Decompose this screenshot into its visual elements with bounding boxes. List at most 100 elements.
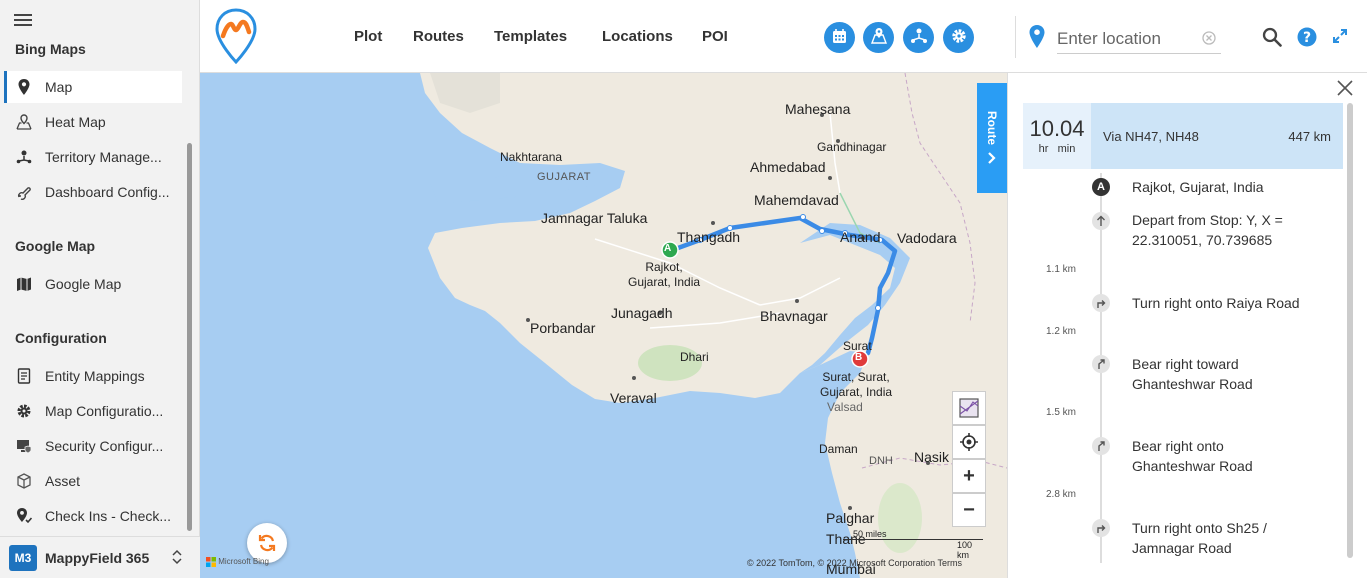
- sidebar: Bing Maps Map Heat Map Territory Manage.…: [0, 0, 200, 578]
- sidebar-item-territory-manager[interactable]: Territory Manage...: [4, 141, 182, 173]
- bear-right-icon: [1092, 355, 1110, 373]
- panel-scrollbar[interactable]: [1347, 103, 1353, 558]
- hamburger-menu-icon[interactable]: [14, 14, 32, 26]
- sidebar-scrollbar[interactable]: [187, 143, 192, 531]
- map-style-button[interactable]: [952, 391, 986, 425]
- search-icon[interactable]: [1262, 27, 1282, 50]
- settings-button[interactable]: [943, 22, 974, 53]
- expand-icon[interactable]: [1331, 27, 1349, 48]
- waypoint-a-icon: A: [1092, 178, 1110, 196]
- direction-step[interactable]: Rajkot, Gujarat, India: [1132, 177, 1264, 197]
- refresh-icon: [258, 534, 276, 552]
- check-in-pin-icon: [16, 508, 32, 524]
- nav-locations[interactable]: Locations: [602, 28, 673, 45]
- heat-map-icon: [16, 114, 32, 130]
- route-panel: 10.04 hr min Via NH47, NH48 447 km A Raj…: [1007, 73, 1367, 578]
- zoom-in-button[interactable]: +: [952, 459, 986, 493]
- locate-me-button[interactable]: [952, 425, 986, 459]
- map-style-icon: [959, 398, 979, 418]
- territory-icon: [16, 149, 32, 165]
- step-distance: 1.1 km: [1046, 264, 1077, 275]
- map-label-junagadh: Junagadh: [611, 305, 673, 321]
- direction-step[interactable]: Turn right onto Sh25 / Jamnagar Road: [1132, 518, 1302, 558]
- route-start-marker[interactable]: A: [664, 243, 671, 254]
- sidebar-item-heat-map[interactable]: Heat Map: [4, 106, 182, 138]
- route-tab-label: Route: [985, 111, 999, 145]
- bear-right-icon: [1092, 437, 1110, 455]
- sidebar-item-label: Map Configuratio...: [45, 403, 164, 419]
- step-distance: 2.8 km: [1046, 489, 1077, 500]
- route-duration: 10.04 hr min: [1023, 103, 1091, 169]
- folded-map-icon: [16, 276, 32, 292]
- bing-logo: Microsoft Bing: [206, 557, 269, 567]
- route-start-label: Rajkot, Gujarat, India: [628, 260, 701, 289]
- step-distance: 1.2 km: [1046, 326, 1077, 337]
- app-switcher[interactable]: M3 MappyField 365: [0, 536, 200, 578]
- help-icon[interactable]: ?: [1297, 27, 1317, 50]
- step-distance: 1.5 km: [1046, 407, 1077, 418]
- sidebar-item-map[interactable]: Map: [4, 71, 182, 103]
- route-distance: 447 km: [1288, 129, 1331, 144]
- sidebar-item-security-configuration[interactable]: Security Configur...: [4, 430, 182, 462]
- section-title-configuration: Configuration: [15, 330, 107, 346]
- territory-button[interactable]: [903, 22, 934, 53]
- zoom-out-button[interactable]: −: [952, 493, 986, 527]
- map-label-palghar: Palghar: [826, 510, 875, 526]
- sidebar-item-label: Check Ins - Check...: [45, 508, 172, 524]
- map-label-gujarat: GUJARAT: [537, 171, 592, 183]
- crosshair-icon: [960, 433, 978, 451]
- clear-input-icon[interactable]: [1202, 31, 1216, 48]
- direction-step[interactable]: Depart from Stop: Y, X = 22.310051, 70.7…: [1132, 210, 1332, 250]
- arrow-up-icon: [1092, 212, 1110, 230]
- app-name: MappyField 365: [45, 549, 150, 566]
- sidebar-item-asset[interactable]: Asset: [4, 465, 182, 497]
- map-pin-icon: [16, 79, 32, 95]
- map-location-icon: [870, 27, 888, 48]
- route-end-marker[interactable]: B: [855, 352, 862, 363]
- route-panel-toggle[interactable]: Route: [977, 83, 1007, 193]
- map-copyright[interactable]: © 2022 TomTom, © 2022 Microsoft Corporat…: [747, 558, 962, 568]
- map-label-ahmedabad: Ahmedabad: [750, 159, 826, 175]
- document-icon: [16, 368, 32, 384]
- map-label-porbandar: Porbandar: [530, 320, 596, 336]
- map-label-bhavnagar: Bhavnagar: [760, 308, 828, 324]
- map-label-nakhtarana: Nakhtarana: [500, 150, 563, 164]
- route-summary[interactable]: 10.04 hr min Via NH47, NH48 447 km: [1023, 103, 1343, 169]
- direction-step[interactable]: Turn right onto Raiya Road: [1132, 293, 1300, 313]
- map-label-jamnagar-taluka: Jamnagar Taluka: [541, 210, 648, 226]
- direction-step[interactable]: Bear right toward Ghanteshwar Road: [1132, 354, 1292, 394]
- map-label-anand: Anand: [840, 229, 881, 245]
- nav-templates[interactable]: Templates: [494, 28, 567, 45]
- sidebar-item-google-map[interactable]: Google Map: [4, 268, 182, 300]
- security-monitor-icon: [16, 438, 32, 454]
- top-bar: Plot Routes Templates Locations POI ?: [200, 0, 1367, 73]
- app-logo-icon: [214, 8, 258, 67]
- people-network-icon: [910, 27, 928, 48]
- map-view[interactable]: A B Mahesana Gandhinagar Ahmedabad Nakht…: [200, 73, 1007, 578]
- location-pin-icon: [1029, 25, 1045, 52]
- route-via: Via NH47, NH48: [1103, 129, 1199, 144]
- gear-icon: [16, 403, 32, 419]
- sidebar-item-label: Entity Mappings: [45, 368, 145, 384]
- nav-poi[interactable]: POI: [702, 28, 728, 45]
- map-label-thangadh: Thangadh: [677, 229, 741, 245]
- sidebar-item-map-configuration[interactable]: Map Configuratio...: [4, 395, 182, 427]
- map-label-daman: Daman: [819, 442, 858, 456]
- nav-routes[interactable]: Routes: [413, 28, 464, 45]
- svg-text:?: ?: [1303, 30, 1311, 46]
- chevron-up-down-icon[interactable]: [170, 548, 184, 569]
- location-search-input[interactable]: [1057, 24, 1221, 54]
- calendar-button[interactable]: [824, 22, 855, 53]
- map-label-dnh: DNH: [869, 455, 893, 467]
- nav-plot[interactable]: Plot: [354, 28, 382, 45]
- direction-step[interactable]: Bear right onto Ghanteshwar Road: [1132, 436, 1292, 476]
- sidebar-item-entity-mappings[interactable]: Entity Mappings: [4, 360, 182, 392]
- close-icon[interactable]: [1336, 79, 1354, 100]
- gear-icon: [951, 28, 967, 47]
- sidebar-item-dashboard-config[interactable]: Dashboard Config...: [4, 176, 182, 208]
- map-location-button[interactable]: [863, 22, 894, 53]
- map-label-veraval: Veraval: [610, 390, 657, 406]
- chevron-right-icon: [988, 152, 996, 164]
- sidebar-item-check-ins[interactable]: Check Ins - Check...: [4, 500, 182, 532]
- sidebar-item-label: Google Map: [45, 276, 122, 292]
